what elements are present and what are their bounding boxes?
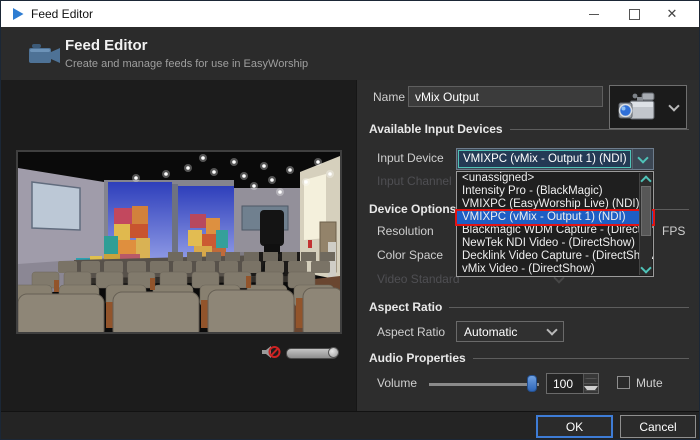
fps-label: FPS bbox=[662, 224, 685, 238]
list-item[interactable]: Blackmagic WDM Capture - (DirectShow) bbox=[457, 224, 653, 237]
scroll-up-button[interactable] bbox=[640, 173, 652, 185]
camera-3d-icon bbox=[615, 90, 659, 124]
input-channel-label: Input Channel bbox=[377, 174, 452, 188]
list-item[interactable]: Decklink Video Capture - (DirectShow) bbox=[457, 250, 653, 263]
name-input[interactable]: vMix Output bbox=[408, 86, 603, 107]
list-item[interactable]: NewTek NDI Video - (DirectShow) bbox=[457, 237, 653, 250]
volume-value: 100 bbox=[547, 374, 583, 393]
close-icon: ✕ bbox=[667, 6, 678, 22]
volume-label: Volume bbox=[377, 376, 417, 390]
aspect-ratio-dropdown-button[interactable] bbox=[541, 329, 563, 334]
easyworship-logo-icon bbox=[11, 7, 25, 21]
muted-speaker-icon[interactable] bbox=[261, 345, 281, 361]
list-item[interactable]: VMIXPC (EasyWorship Live) (NDI) bbox=[457, 198, 653, 211]
input-device-list: <unassigned> Intensity Pro - (BlackMagic… bbox=[456, 171, 654, 277]
input-device-dropdown-button[interactable] bbox=[632, 149, 653, 169]
input-device-label: Input Device bbox=[377, 151, 444, 165]
preview-audio-controls bbox=[261, 345, 338, 361]
video-preview bbox=[16, 150, 342, 334]
video-camera-icon bbox=[28, 40, 62, 67]
aspect-ratio-combobox[interactable]: Automatic bbox=[456, 321, 564, 342]
spin-down-button[interactable] bbox=[584, 384, 598, 393]
settings-panel: Name vMix Output Available Input Devices bbox=[357, 80, 700, 411]
list-item-selected[interactable]: VMIXPC (vMix - Output 1) (NDI) bbox=[457, 211, 653, 224]
spin-up-button[interactable] bbox=[584, 374, 598, 384]
section-audio-properties: Audio Properties bbox=[369, 351, 689, 365]
spin-up-icon bbox=[584, 378, 598, 379]
church-auditorium-preview-image bbox=[18, 152, 340, 332]
maximize-button[interactable] bbox=[615, 1, 653, 27]
scroll-down-button[interactable] bbox=[640, 263, 652, 275]
minimize-icon bbox=[589, 14, 599, 15]
volume-number-input[interactable]: 100 bbox=[546, 373, 599, 394]
section-aspect-ratio: Aspect Ratio bbox=[369, 300, 689, 314]
mute-checkbox[interactable] bbox=[617, 376, 630, 389]
input-device-value: VMIXPC (vMix - Output 1) (NDI) bbox=[458, 150, 631, 168]
chevron-down-icon bbox=[637, 152, 648, 163]
page-subtitle: Create and manage feeds for use in EasyW… bbox=[65, 58, 308, 70]
cancel-button[interactable]: Cancel bbox=[620, 415, 696, 438]
color-space-label: Color Space bbox=[377, 248, 443, 262]
chevron-down-icon bbox=[640, 262, 651, 273]
page-title: Feed Editor bbox=[65, 37, 148, 54]
dialog-header: Feed Editor Create and manage feeds for … bbox=[1, 27, 699, 81]
window-title: Feed Editor bbox=[31, 7, 93, 21]
feed-editor-dialog: Feed Editor ✕ Feed Editor Create and man… bbox=[0, 0, 700, 440]
scrollbar-thumb[interactable] bbox=[641, 186, 651, 236]
volume-slider-track[interactable] bbox=[429, 383, 539, 386]
list-item[interactable]: Intensity Pro - (BlackMagic) bbox=[457, 185, 653, 198]
maximize-icon bbox=[629, 9, 640, 20]
list-item[interactable]: <unassigned> bbox=[457, 172, 653, 185]
spin-down-icon bbox=[584, 386, 598, 391]
aspect-ratio-label: Aspect Ratio bbox=[377, 325, 445, 339]
aspect-ratio-value: Automatic bbox=[457, 325, 541, 339]
mute-label: Mute bbox=[636, 376, 663, 390]
section-available-input-devices: Available Input Devices bbox=[369, 122, 689, 136]
dialog-footer: OK Cancel bbox=[1, 411, 699, 440]
video-standard-label: Video Standard bbox=[377, 272, 460, 286]
preview-volume-knob[interactable] bbox=[328, 347, 339, 358]
preview-panel bbox=[1, 80, 357, 411]
chevron-down-icon bbox=[546, 324, 557, 335]
title-bar: Feed Editor ✕ bbox=[1, 1, 699, 27]
minimize-button[interactable] bbox=[575, 1, 613, 27]
name-label: Name bbox=[373, 90, 405, 104]
volume-spinner bbox=[583, 374, 598, 393]
volume-slider-handle[interactable] bbox=[527, 375, 537, 392]
chevron-down-icon bbox=[668, 100, 679, 111]
close-button[interactable]: ✕ bbox=[653, 1, 691, 27]
feed-icon-dropdown[interactable] bbox=[664, 105, 684, 110]
chevron-up-icon bbox=[640, 175, 651, 186]
list-scrollbar[interactable] bbox=[639, 173, 652, 275]
preview-volume-slider[interactable] bbox=[286, 348, 338, 359]
ok-button[interactable]: OK bbox=[536, 415, 613, 438]
resolution-label: Resolution bbox=[377, 224, 434, 238]
list-item[interactable]: vMix Video - (DirectShow) bbox=[457, 263, 653, 276]
input-device-combobox[interactable]: VMIXPC (vMix - Output 1) (NDI) bbox=[456, 148, 654, 170]
